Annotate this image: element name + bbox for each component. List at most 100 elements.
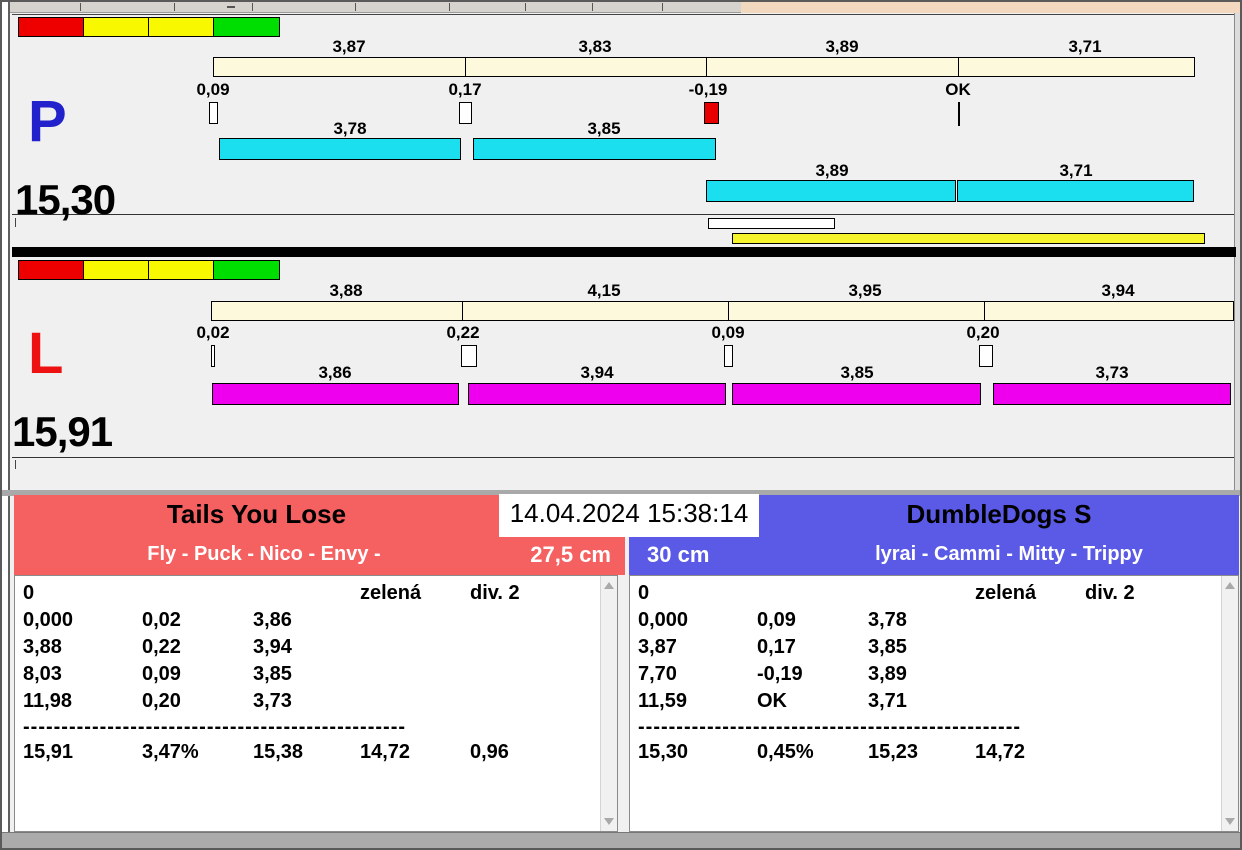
pass-time-label: -0,19 — [688, 80, 728, 99]
sub-tick — [15, 460, 16, 469]
pass-time-label: 0,02 — [196, 323, 230, 342]
pass-indicator-box — [211, 345, 215, 367]
traffic-red-segment — [19, 18, 84, 36]
top-toolbar-strip — [10, 2, 741, 13]
lane-l-letter: L — [28, 321, 64, 386]
split-bar-segment — [706, 57, 959, 77]
split-bar-segment — [462, 301, 729, 321]
split-bar-segment — [211, 301, 463, 321]
run-bar — [993, 383, 1231, 405]
team-members: Fly - Puck - Nico - Envy - — [147, 543, 381, 565]
run-time-label: 3,85 — [840, 363, 874, 382]
split-bar-segment — [958, 57, 1195, 77]
lane-p-panel: 3,87 3,83 3,89 3,71 0,09 0,17 -0,19 OK 3… — [12, 14, 1234, 221]
progress-bar-yellow — [732, 233, 1205, 244]
traffic-yellow-segment — [84, 261, 149, 279]
split-time-label: 3,94 — [1101, 281, 1135, 300]
run-time-label: 3,71 — [1059, 161, 1093, 180]
leg-row: 7,70 -0,19 3,89 — [638, 663, 907, 685]
run-time-label: 3,86 — [318, 363, 352, 382]
pass-indicator-box — [979, 345, 993, 367]
split-time-label: 4,15 — [587, 281, 621, 300]
run-bar — [473, 138, 716, 160]
toolbar-tick — [174, 3, 175, 11]
pass-indicator-box-fault — [704, 102, 719, 124]
sub-tick — [15, 218, 16, 227]
pass-time-label: 0,17 — [448, 80, 482, 99]
run-time-label: 3,85 — [587, 119, 621, 138]
split-bar-segment — [728, 301, 985, 321]
toolbar-tick — [80, 3, 81, 11]
split-time-label: 3,83 — [578, 37, 612, 56]
datetime-display: 14.04.2024 15:38:14 — [499, 494, 759, 537]
scroll-up-icon[interactable] — [1225, 582, 1235, 589]
pass-indicator-ok-line — [958, 102, 960, 126]
lane-l-panel: 3,88 4,15 3,95 3,94 0,02 0,22 0,09 0,20 … — [12, 257, 1234, 458]
toolbar-dash — [227, 6, 235, 8]
window-left-edge — [2, 2, 10, 848]
lane-l-total-time: 15,91 — [12, 408, 113, 455]
lane-p-letter: P — [28, 89, 67, 154]
jump-height: 30 cm — [647, 542, 710, 567]
result-textarea-left[interactable]: 0 zelená div. 2 0,000 0,02 3,86 3,88 0,22 3,94… — [14, 575, 618, 832]
toolbar-tick — [592, 3, 593, 11]
progress-bar-white — [708, 218, 835, 229]
traffic-green-segment — [214, 18, 279, 36]
scrollbar[interactable] — [600, 576, 617, 831]
leg-row: 0,000 0,09 3,78 — [638, 609, 907, 631]
lane-p-total-time: 15,30 — [15, 176, 116, 223]
pass-indicator-box — [461, 345, 477, 367]
run-bar — [468, 383, 726, 405]
team-name: Tails You Lose — [166, 499, 347, 529]
team-name: DumbleDogs S — [906, 499, 1092, 529]
lane-p-traffic-light-strip — [18, 17, 280, 37]
pass-time-label: 0,22 — [446, 323, 480, 342]
leg-row: 3,88 0,22 3,94 — [23, 636, 292, 658]
run-bar — [219, 138, 461, 160]
jump-height: 27,5 cm — [530, 542, 611, 567]
traffic-yellow-segment — [149, 261, 214, 279]
split-time-label: 3,88 — [329, 281, 363, 300]
toolbar-tick — [662, 3, 663, 11]
window-bottom-band — [2, 832, 1240, 848]
pass-time-label: 0,09 — [196, 80, 230, 99]
run-time-label: 3,78 — [333, 119, 367, 138]
split-time-label: 3,87 — [332, 37, 366, 56]
leg-row: 8,03 0,09 3,85 — [23, 663, 292, 685]
run-time-label: 3,94 — [580, 363, 614, 382]
scroll-down-icon[interactable] — [1225, 818, 1235, 825]
totals-row: 15,30 0,45% 15,23 14,72 — [638, 741, 1026, 763]
result-text-left: 0 zelená div. 2 0,000 0,02 3,86 3,88 0,22 3,94… — [23, 580, 597, 829]
toolbar-tick — [252, 3, 253, 11]
run-bar — [212, 383, 459, 405]
leg-row: 11,98 0,20 3,73 — [23, 690, 292, 712]
top-accent-strip — [741, 2, 1240, 13]
traffic-green-segment — [214, 261, 279, 279]
split-bar-segment — [465, 57, 707, 77]
totals-row: 15,91 3,47% 15,38 14,72 0,96 — [23, 741, 509, 763]
team-members: lyrai - Cammi - Mitty - Trippy — [875, 543, 1143, 565]
scroll-down-icon[interactable] — [604, 818, 614, 825]
run-time-label: 3,73 — [1095, 363, 1129, 382]
scrollbar[interactable] — [1221, 576, 1238, 831]
pass-time-label: 0,09 — [711, 323, 745, 342]
split-time-label: 3,95 — [848, 281, 882, 300]
lane-separator-bar — [12, 247, 1236, 257]
result-textarea-right[interactable]: 0 zelená div. 2 0,000 0,09 3,78 3,87 0,17 3,85… — [629, 575, 1239, 832]
pass-time-label: OK — [945, 80, 971, 99]
scroll-up-icon[interactable] — [604, 582, 614, 589]
traffic-yellow-segment — [149, 18, 214, 36]
toolbar-tick — [449, 3, 450, 11]
pass-time-label: 0,20 — [966, 323, 1000, 342]
traffic-yellow-segment — [84, 18, 149, 36]
pass-indicator-box — [724, 345, 733, 367]
traffic-red-segment — [19, 261, 84, 279]
run-bar — [732, 383, 981, 405]
leg-row: 0,000 0,02 3,86 — [23, 609, 292, 631]
pass-indicator-box — [459, 102, 472, 124]
result-text-right: 0 zelená div. 2 0,000 0,09 3,78 3,87 0,17 3,85… — [638, 580, 1218, 829]
run-bar — [957, 180, 1194, 202]
split-bar-segment — [984, 301, 1234, 321]
lane-l-traffic-light-strip — [18, 260, 280, 280]
toolbar-tick — [525, 3, 526, 11]
